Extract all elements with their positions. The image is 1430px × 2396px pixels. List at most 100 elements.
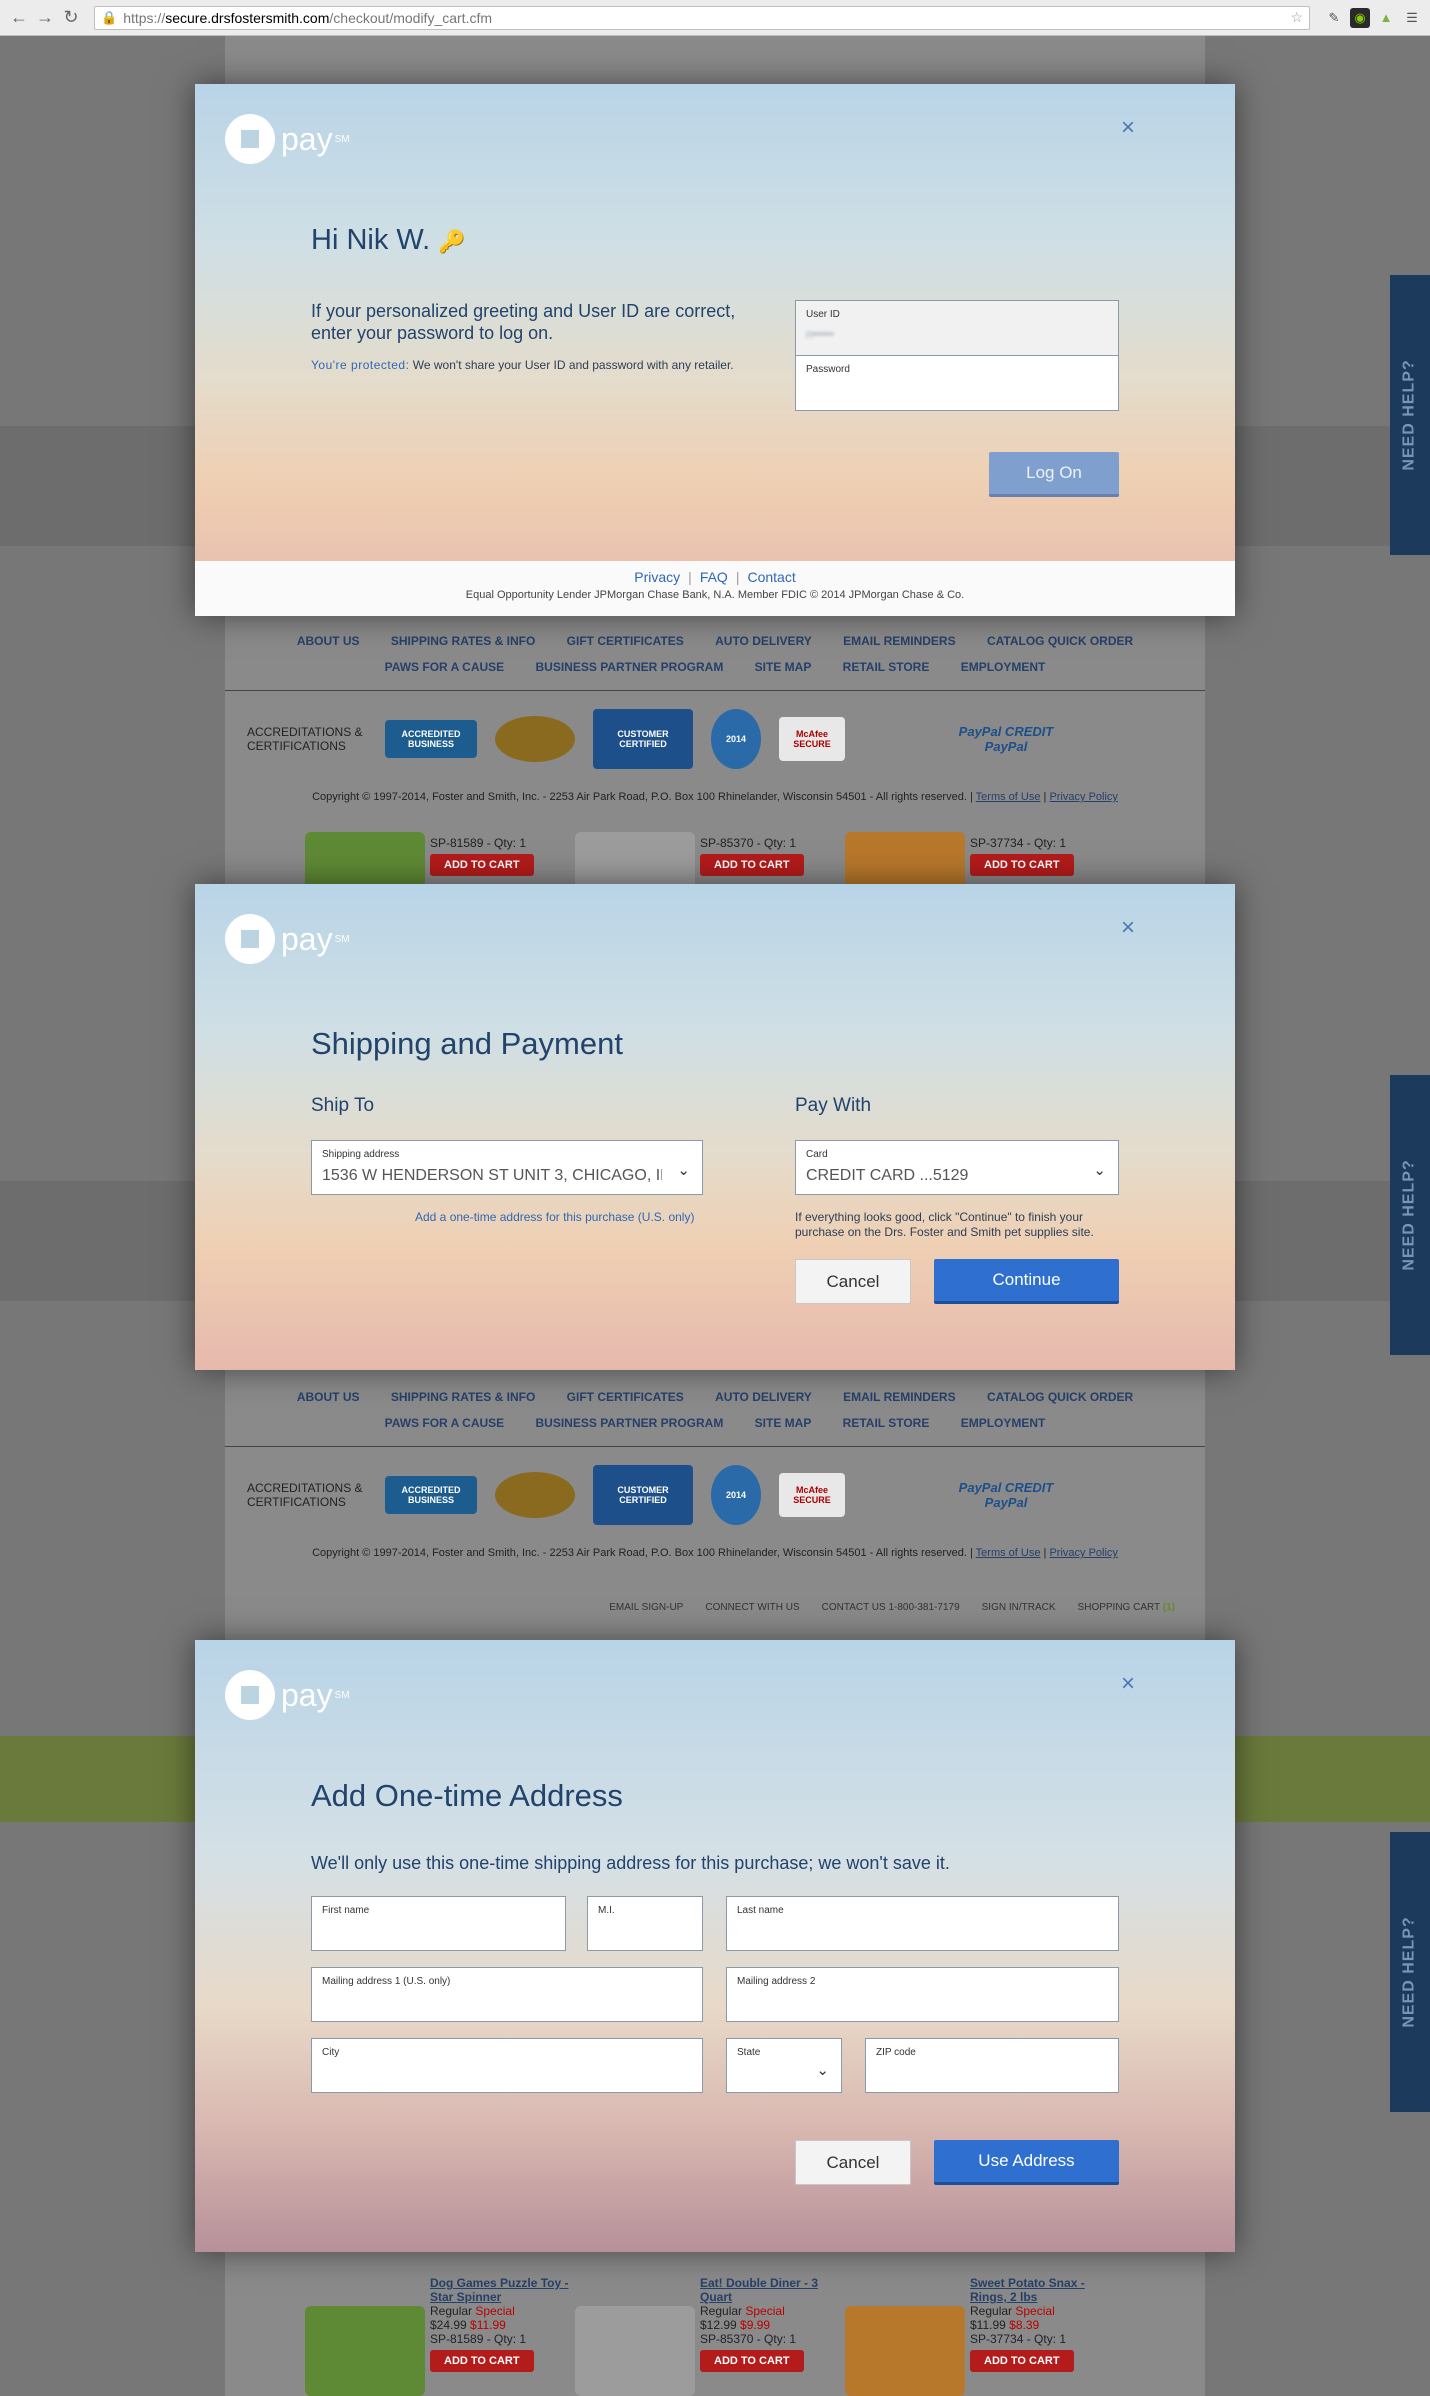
reload-icon[interactable]: ↻ xyxy=(60,7,82,29)
privacy-link[interactable]: Privacy Policy xyxy=(1049,791,1117,803)
chevron-down-icon: ⌄ xyxy=(816,2062,829,2079)
contact-link[interactable]: Contact xyxy=(747,569,795,585)
need-help-tab[interactable]: NEED HELP? xyxy=(1390,275,1430,555)
contact-link[interactable]: CONTACT US 1-800-381-7179 xyxy=(822,1602,960,1613)
bookmark-star-icon[interactable]: ☆ xyxy=(1290,9,1303,26)
first-name-field[interactable]: First name xyxy=(311,1896,566,1951)
need-help-tab[interactable]: NEED HELP? xyxy=(1390,1832,1430,2112)
add-to-cart-button[interactable]: ADD TO CART xyxy=(700,2350,804,2372)
shopping-cart-link[interactable]: SHOPPING CART (1) xyxy=(1078,1602,1175,1613)
eyedropper-icon[interactable]: ✎ xyxy=(1324,8,1344,28)
bizrate-badge[interactable]: CUSTOMER CERTIFIED xyxy=(593,709,693,769)
forward-icon[interactable]: → xyxy=(34,7,56,29)
last-name-field[interactable]: Last name xyxy=(726,1896,1119,1951)
chase-pay-logo: pay SM xyxy=(225,114,350,164)
extension-icon[interactable]: ◉ xyxy=(1350,7,1370,28)
footer-link[interactable]: AUTO DELIVERY xyxy=(715,1390,812,1404)
terms-link[interactable]: Terms of Use xyxy=(976,791,1041,803)
seal-badge[interactable] xyxy=(495,716,575,762)
footer-link[interactable]: EMPLOYMENT xyxy=(961,660,1046,674)
close-icon[interactable]: × xyxy=(1121,1670,1135,1698)
mcafee-badge[interactable]: McAfee SECURE xyxy=(779,1473,845,1517)
privacy-link[interactable]: Privacy xyxy=(634,569,680,585)
city-field[interactable]: City xyxy=(311,2038,703,2093)
product-name[interactable]: Sweet Potato Snax - Rings, 2 lbs xyxy=(970,2276,1120,2304)
mcafee-badge[interactable]: McAfee SECURE xyxy=(779,717,845,761)
footer-link[interactable]: BUSINESS PARTNER PROGRAM xyxy=(536,1416,724,1430)
card-select[interactable]: Card CREDIT CARD ...5129 ⌄ xyxy=(795,1140,1119,1195)
bbb-badge[interactable]: ACCREDITED BUSINESS xyxy=(385,720,477,758)
product-name[interactable]: Dog Games Puzzle Toy - Star Spinner xyxy=(430,2276,580,2304)
add-to-cart-button[interactable]: ADD TO CART xyxy=(700,854,804,876)
faq-link[interactable]: FAQ xyxy=(700,569,728,585)
login-instruction: If your personalized greeting and User I… xyxy=(311,301,736,343)
paypal-badge[interactable]: PayPal CREDIT PayPal xyxy=(951,711,1061,767)
footer-link[interactable]: RETAIL STORE xyxy=(843,660,930,674)
footer-link[interactable]: PAWS FOR A CAUSE xyxy=(385,1416,505,1430)
connect-link[interactable]: CONNECT WITH US xyxy=(705,1602,799,1613)
seal-badge[interactable] xyxy=(495,1472,575,1518)
product-image[interactable] xyxy=(575,2306,695,2396)
log-on-button[interactable]: Log On xyxy=(989,452,1119,497)
address-bar[interactable]: 🔒 https:// secure.drsfostersmith.com /ch… xyxy=(94,5,1310,30)
bizrate-badge[interactable]: CUSTOMER CERTIFIED xyxy=(593,1465,693,1525)
close-icon[interactable]: × xyxy=(1121,114,1135,142)
footer-link[interactable]: EMPLOYMENT xyxy=(961,1416,1046,1430)
footer-link[interactable]: SITE MAP xyxy=(755,660,812,674)
footer-link[interactable]: ABOUT US xyxy=(297,1390,360,1404)
footer-link[interactable]: CATALOG QUICK ORDER xyxy=(987,1390,1133,1404)
mailing-address-1-field[interactable]: Mailing address 1 (U.S. only) xyxy=(311,1967,703,2022)
product-price: $24.99 $11.99 xyxy=(430,2318,506,2332)
state-select[interactable]: State ⌄ xyxy=(726,2038,842,2093)
continue-button[interactable]: Continue xyxy=(934,1259,1119,1304)
mailing-address-2-field[interactable]: Mailing address 2 xyxy=(726,1967,1119,2022)
add-to-cart-button[interactable]: ADD TO CART xyxy=(970,2350,1074,2372)
footer-link[interactable]: GIFT CERTIFICATES xyxy=(567,634,684,648)
award-badge[interactable]: 2014 xyxy=(711,1465,761,1525)
close-icon[interactable]: × xyxy=(1121,914,1135,942)
terms-link[interactable]: Terms of Use xyxy=(976,1547,1041,1559)
privacy-link[interactable]: Privacy Policy xyxy=(1049,1547,1117,1559)
footer-link[interactable]: SITE MAP xyxy=(755,1416,812,1430)
dialog-title: Shipping and Payment xyxy=(311,1026,623,1061)
footer-link[interactable]: RETAIL STORE xyxy=(843,1416,930,1430)
need-help-tab[interactable]: NEED HELP? xyxy=(1390,1075,1430,1355)
footer-link[interactable]: EMAIL REMINDERS xyxy=(843,1390,955,1404)
footer-link[interactable]: BUSINESS PARTNER PROGRAM xyxy=(536,660,724,674)
bbb-badge[interactable]: ACCREDITED BUSINESS xyxy=(385,1476,477,1514)
product-name[interactable]: Eat! Double Diner - 3 Quart xyxy=(700,2276,850,2304)
add-to-cart-button[interactable]: ADD TO CART xyxy=(970,854,1074,876)
zip-code-field[interactable]: ZIP code xyxy=(865,2038,1119,2093)
menu-icon[interactable]: ☰ xyxy=(1402,8,1422,28)
android-icon[interactable]: ▲ xyxy=(1376,8,1396,28)
add-one-time-address-link[interactable]: Add a one-time address for this purchase… xyxy=(415,1210,694,1224)
email-signup-link[interactable]: EMAIL SIGN-UP xyxy=(609,1602,683,1613)
url-path: /checkout/modify_cart.cfm xyxy=(329,9,493,26)
cancel-button[interactable]: Cancel xyxy=(795,1259,911,1304)
add-to-cart-button[interactable]: ADD TO CART xyxy=(430,2350,534,2372)
password-field[interactable]: Password xyxy=(795,355,1119,411)
shipping-address-select[interactable]: Shipping address 1536 W HENDERSON ST UNI… xyxy=(311,1140,703,1195)
middle-initial-field[interactable]: M.I. xyxy=(587,1896,703,1951)
footer-link[interactable]: CATALOG QUICK ORDER xyxy=(987,634,1133,648)
lock-icon: 🔒 xyxy=(101,9,118,25)
footer-link[interactable]: SHIPPING RATES & INFO xyxy=(391,1390,535,1404)
product-image[interactable] xyxy=(845,2306,965,2396)
award-badge[interactable]: 2014 xyxy=(711,709,761,769)
add-to-cart-button[interactable]: ADD TO CART xyxy=(430,854,534,876)
back-icon[interactable]: ← xyxy=(8,7,30,29)
product-image[interactable] xyxy=(305,2306,425,2396)
user-id-field[interactable]: User ID n••••• xyxy=(795,300,1119,356)
footer-link[interactable]: PAWS FOR A CAUSE xyxy=(385,660,505,674)
footer-link[interactable]: AUTO DELIVERY xyxy=(715,634,812,648)
footer-link[interactable]: EMAIL REMINDERS xyxy=(843,634,955,648)
footer-link[interactable]: ABOUT US xyxy=(297,634,360,648)
chase-logo-icon xyxy=(225,114,275,164)
cancel-button[interactable]: Cancel xyxy=(795,2140,911,2185)
footer-link[interactable]: SHIPPING RATES & INFO xyxy=(391,634,535,648)
url-scheme: https:// xyxy=(123,9,166,26)
sign-in-link[interactable]: SIGN IN/TRACK xyxy=(982,1602,1056,1613)
use-address-button[interactable]: Use Address xyxy=(934,2140,1119,2185)
footer-link[interactable]: GIFT CERTIFICATES xyxy=(567,1390,684,1404)
paypal-badge[interactable]: PayPal CREDIT PayPal xyxy=(951,1467,1061,1523)
